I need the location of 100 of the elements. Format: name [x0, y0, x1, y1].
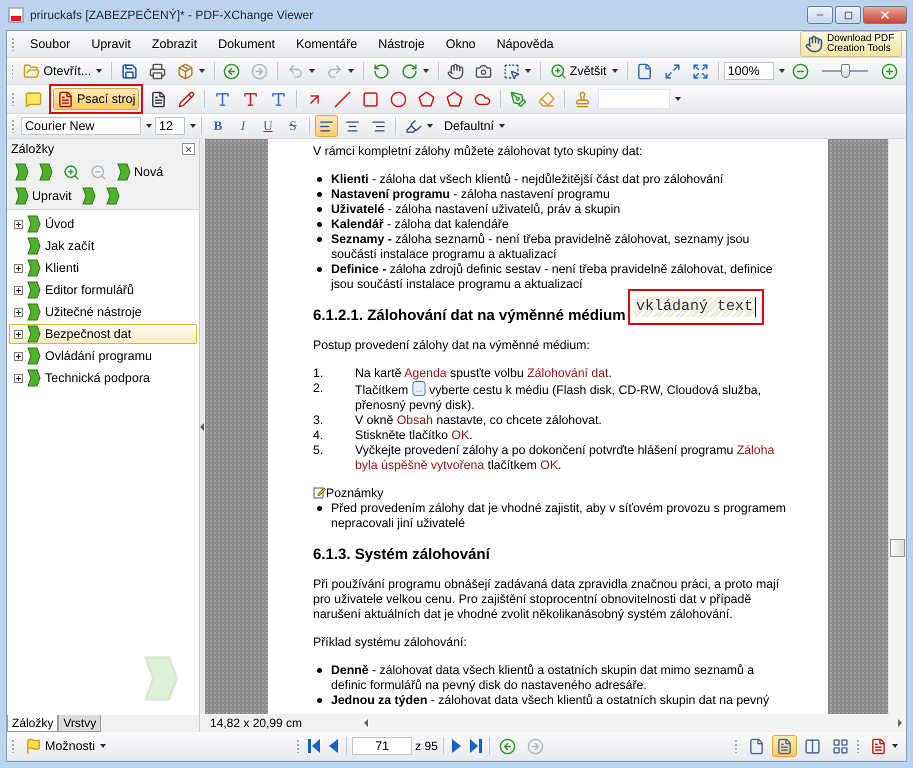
expand-icon[interactable] — [14, 264, 23, 272]
tree-item[interactable]: Jak začít — [9, 236, 197, 256]
text-style-button[interactable]: U — [257, 115, 279, 137]
style-dropdown[interactable]: Defaultní — [440, 115, 510, 137]
paragraph: Při používání programu obnášejí zadávaná data zpravidla značnou práci, a proto mají pro uživatele velkou cenu. Pro zajištění stoprocentní obnovitelnosti dat v případě narušení aktuálních dat je vhodné zvolit několikanásobný systém zálohování. — [313, 577, 780, 622]
menu-item[interactable]: Dokument — [209, 34, 284, 54]
zoom-slider-thumb[interactable] — [840, 64, 850, 78]
list-item-text: Kalendář - záloha dat kalendáře — [331, 217, 509, 232]
arrow-left-icon — [223, 62, 240, 80]
undo-icon — [286, 62, 304, 80]
open-button[interactable]: Otevřít... — [19, 60, 106, 82]
maximize-icon — [844, 10, 852, 20]
list-item-text: Před provedením zálohy dat je vhodné zajistit, aby v síťovém provozu s programem nepracovali jiní uživatelé — [331, 501, 788, 531]
tree-item[interactable]: Úvod — [9, 214, 197, 234]
arrow-right-icon — [526, 738, 544, 754]
folder-icon — [23, 62, 40, 80]
font-size-field[interactable]: 12 — [155, 117, 185, 135]
first-page-button[interactable] — [306, 737, 322, 755]
paragraph: Postup provedení zálohy dat na výměnné médium: — [313, 338, 591, 353]
zoom-field[interactable]: 100% — [724, 62, 774, 80]
zoom-out-icon — [90, 164, 107, 180]
zoom-tool-button[interactable]: Zvětšit — [546, 60, 622, 82]
text-t-icon — [214, 90, 232, 108]
menu-item[interactable]: Komentáře — [287, 34, 366, 54]
vertical-scrollbar[interactable] — [888, 139, 906, 714]
expand-icon[interactable] — [14, 286, 23, 294]
line-icon — [334, 90, 352, 108]
font-field[interactable]: Courier New — [21, 117, 141, 135]
expand-icon[interactable] — [14, 308, 23, 316]
tree-item[interactable]: Klienti — [9, 258, 197, 278]
rotate-right-icon — [400, 62, 418, 80]
tree-item[interactable]: Ovládání programu — [9, 346, 197, 366]
bookmark-icon — [27, 259, 41, 277]
expand-icon[interactable] — [14, 220, 23, 228]
text-lines-icon — [57, 90, 74, 108]
options-button[interactable]: Možnosti — [21, 735, 110, 757]
download-tools-button[interactable]: Download PDF Creation Tools — [800, 31, 902, 57]
text-style-button[interactable]: S — [282, 115, 304, 137]
typewriter-text-field[interactable]: vkládaný text — [634, 297, 756, 317]
camera-icon — [475, 62, 492, 80]
view-mode-button[interactable] — [772, 735, 797, 757]
panel-tab[interactable]: Vrstvy — [58, 715, 102, 732]
menu-item[interactable]: Nástroje — [369, 34, 434, 54]
text-style-button[interactable]: I — [232, 115, 254, 137]
step-number: 4. — [313, 428, 324, 443]
maximize-button[interactable] — [835, 6, 861, 24]
page-size-text: 14,82 x 20,99 cm — [209, 716, 304, 730]
paragraph: Příklad systému zálohování: — [313, 635, 468, 650]
bookmark-icon — [117, 163, 131, 181]
list-item-text: Uživatelé - záloha nastavení uživatelů, práv a skupin — [331, 202, 620, 217]
ellipsis-button-icon: ... — [412, 381, 426, 396]
speech-bubble-icon — [25, 90, 42, 108]
tree-item[interactable]: Bezpečnost dat — [9, 324, 197, 344]
close-icon — [879, 9, 891, 21]
bookmark-icon — [27, 237, 41, 255]
last-page-button[interactable] — [468, 737, 484, 755]
stamp-icon — [574, 90, 592, 108]
text-style-button[interactable]: B — [207, 115, 229, 137]
menu-item[interactable]: Nápověda — [488, 34, 563, 54]
menu-item[interactable]: Upravit — [82, 34, 140, 54]
step-number: 3. — [313, 413, 324, 428]
list-item-text: Jednou za týden - zálohovat data všech klientů a ostatních skupin dat na pevný — [331, 693, 770, 708]
bookmark-icon — [15, 187, 29, 205]
new-bookmark-button[interactable]: Nová — [113, 161, 168, 183]
fit-page-icon — [664, 62, 682, 80]
bookmark-icon — [27, 347, 41, 365]
page-icon — [636, 62, 654, 80]
align-icon — [371, 118, 386, 134]
step-number: 2. — [313, 381, 324, 397]
tree-item[interactable]: Editor formulářů — [9, 280, 197, 300]
note-heading: Poznámky — [326, 486, 384, 501]
close-button[interactable] — [182, 143, 195, 155]
polygon-icon — [418, 90, 436, 108]
package-icon — [176, 62, 194, 80]
bullet-icon — [317, 207, 322, 212]
step-text: Vyčkejte provedení zálohy a po dokončení potvrďte hlášení programu Záloha byla úspěšně vytvořena tlačítkem OK. — [355, 443, 776, 473]
rectangle-icon — [362, 90, 380, 108]
page-number-field[interactable]: 71 — [352, 737, 412, 755]
printer-icon — [148, 62, 166, 80]
bullet-icon — [317, 506, 322, 511]
align-button[interactable] — [315, 115, 338, 137]
list-item-text: Definice - záloha zdrojů definic sestav - není třeba pravidelně zálohovat, definice jsou součástí instalace programu a aktualizací — [331, 262, 774, 292]
redo-icon — [326, 62, 343, 80]
menu-item[interactable]: Zobrazit — [142, 34, 206, 54]
panel-tab[interactable]: Záložky — [7, 715, 58, 732]
expand-icon[interactable] — [14, 352, 23, 360]
expand-icon[interactable] — [14, 330, 23, 338]
tree-item[interactable]: Užitečné nástroje — [9, 302, 197, 322]
edit-bookmark-button[interactable]: Upravit — [11, 185, 76, 207]
section-heading: 6.1.2.1. Zálohování dat na výměnné médium — [313, 307, 627, 325]
oval-icon — [390, 90, 408, 108]
bookmark-icon — [27, 215, 41, 233]
tree-item[interactable]: Technická podpora — [9, 368, 197, 388]
bookmarks-icon — [15, 163, 29, 181]
bookmark-icon — [82, 187, 96, 205]
bullet-icon — [317, 668, 322, 673]
expand-icon[interactable] — [14, 374, 23, 382]
typewriter-button[interactable]: Psací stroj — [53, 88, 140, 110]
menu-item[interactable]: Okno — [436, 34, 485, 54]
menu-item[interactable]: Soubor — [21, 34, 80, 54]
